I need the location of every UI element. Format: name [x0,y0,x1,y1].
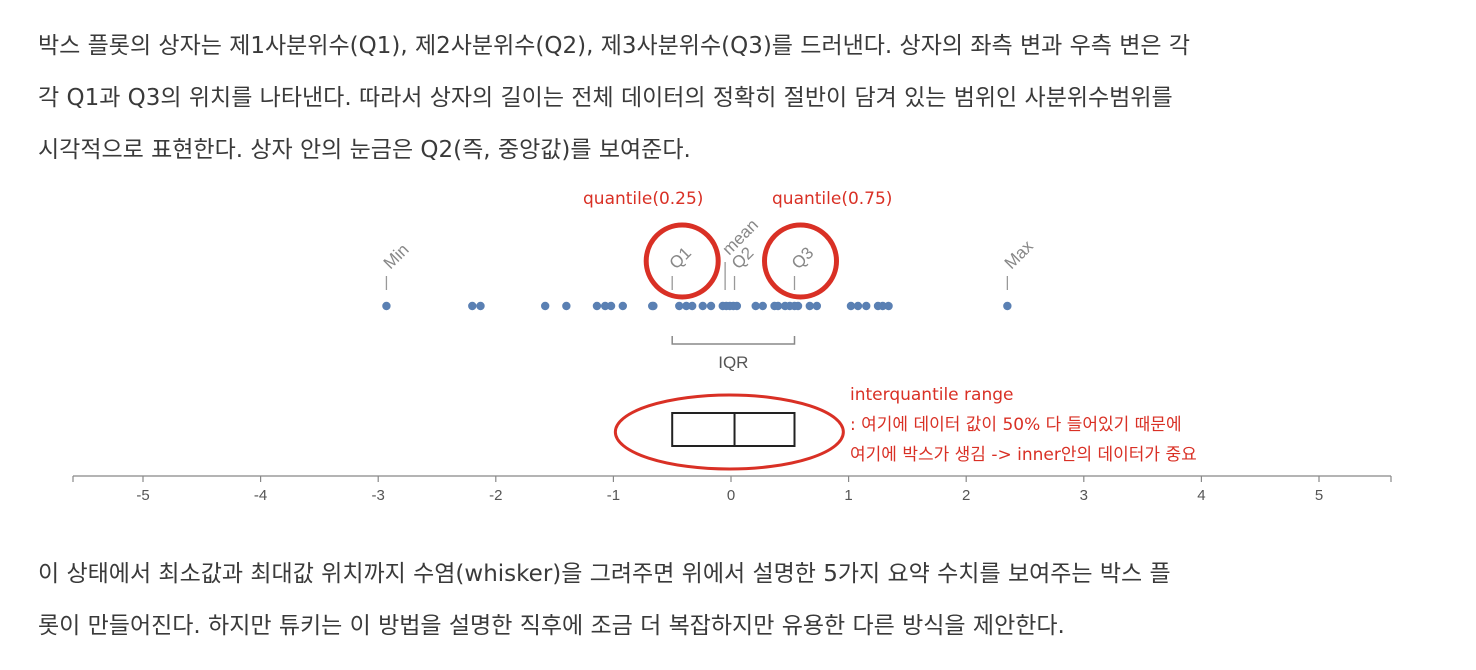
data-point [592,301,602,311]
axis-tick-label: 2 [962,487,970,504]
data-point [476,301,485,311]
data-point [698,301,707,311]
axis-tick-label: -3 [372,487,385,504]
q3-label: Q3 [788,243,817,272]
data-point [1003,301,1012,311]
q3-quantile-note: quantile(0.75) [772,189,892,209]
outro-paragraph: 이 상태에서 최소값과 최대값 위치까지 수염(whisker)을 그려주면 위… [38,548,1171,652]
axis-tick-label: 5 [1315,487,1323,504]
data-point [706,301,716,311]
data-point [687,301,697,311]
data-point [862,301,871,311]
data-point [468,301,477,311]
iqr-bracket [671,336,796,345]
q1-label: Q1 [666,243,695,272]
data-point [812,301,822,311]
data-point [562,301,571,311]
iqr-note-line: : 여기에 데이터 값이 50% 다 들어있기 때문에 [850,415,1182,435]
outro-line: 이 상태에서 최소값과 최대값 위치까지 수염(whisker)을 그려주면 위… [38,561,1171,587]
data-points [382,301,1012,311]
iqr-note-line: interquantile range [850,385,1013,405]
data-point [606,301,616,311]
max-label: Max [1001,236,1037,272]
q1-quantile-note: quantile(0.25) [583,189,703,209]
axis-tick-label: 1 [844,487,852,504]
box-highlight-ellipse [613,393,845,471]
axis-tick-label: -1 [607,487,620,504]
data-point [853,301,863,311]
outro-line: 롯이 만들어진다. 하지만 튜키는 이 방법을 설명한 직후에 조금 더 복잡하… [38,613,1065,639]
data-point [382,301,391,311]
data-point [649,301,658,311]
data-point [884,301,893,311]
x-axis: -5 -4 -3 -2 -1 0 1 2 3 4 5 [72,475,1392,504]
iqr-note-line: 여기에 박스가 생김 -> inner안의 데이터가 중요 [850,445,1197,465]
axis-tick-label: -2 [489,487,502,504]
data-point [758,301,767,311]
axis-tick-label: 0 [727,487,735,504]
axis-tick-label: -4 [254,487,267,504]
min-label: Min [380,240,413,273]
iqr-box [671,412,796,447]
data-point [793,301,803,311]
data-point [540,301,550,311]
axis-tick-label: -5 [136,487,149,504]
axis-tick-label: 4 [1197,487,1205,504]
iqr-label: IQR [718,353,748,372]
data-point [732,301,742,311]
data-point [618,301,628,311]
axis-tick-label: 3 [1080,487,1088,504]
